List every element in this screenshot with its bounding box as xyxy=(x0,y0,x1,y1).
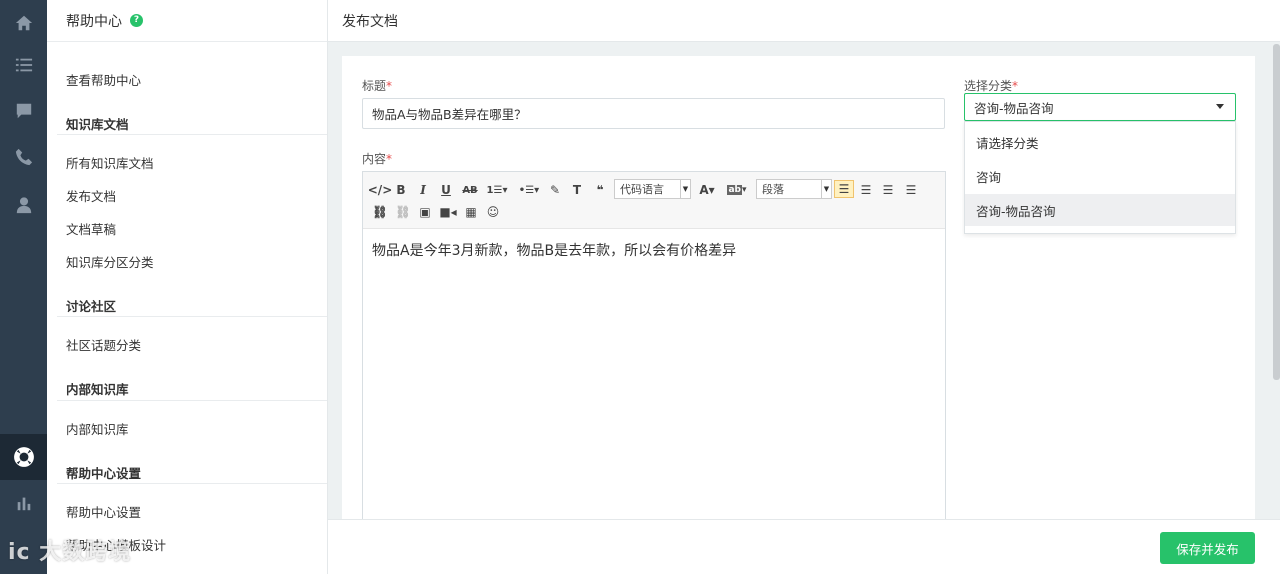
align-right-icon[interactable]: ☰ xyxy=(880,181,896,199)
rail-chat[interactable] xyxy=(0,88,47,134)
image-icon[interactable]: ▣ xyxy=(416,203,434,221)
category-selected-value: 咨询-物品咨询 xyxy=(974,100,1054,116)
chat-icon xyxy=(16,103,31,119)
footer-bar xyxy=(328,519,1280,574)
help-icon[interactable]: ? xyxy=(130,14,143,27)
align-justify-icon[interactable]: ☰ xyxy=(903,181,919,199)
rich-text-editor[interactable]: </> B I U AB 1☰▾ •☰▾ ✎ T ❝ 代码语言 ▼ A▾ ab ▾ … xyxy=(362,171,946,531)
strikethrough-icon[interactable]: AB xyxy=(460,181,480,199)
home-icon xyxy=(15,15,32,31)
dropdown-option[interactable]: 咨询 xyxy=(965,160,1235,192)
unlink-icon[interactable]: ⛓ xyxy=(394,203,412,221)
section-title-knowledge-docs: 知识库文档 xyxy=(66,117,129,132)
emoji-icon[interactable]: ☺ xyxy=(484,203,502,221)
font-color-icon[interactable]: A▾ xyxy=(696,181,718,199)
bold-icon[interactable]: B xyxy=(394,181,408,199)
quote-icon[interactable]: ❝ xyxy=(592,181,608,199)
dropdown-option[interactable]: 请选择分类 xyxy=(965,126,1235,158)
title-label: 标题* xyxy=(362,79,393,93)
divider xyxy=(57,400,327,401)
unordered-list-icon[interactable]: •☰▾ xyxy=(516,181,542,199)
page-header: 发布文档 xyxy=(328,0,1280,42)
category-dropdown: 请选择分类 咨询 咨询-物品咨询 xyxy=(964,121,1236,234)
italic-icon[interactable]: I xyxy=(416,181,430,199)
editor-toolbar: </> B I U AB 1☰▾ •☰▾ ✎ T ❝ 代码语言 ▼ A▾ ab ▾ … xyxy=(363,172,945,229)
sidebar-item-drafts[interactable]: 文档草稿 xyxy=(66,219,116,238)
divider xyxy=(57,134,327,135)
link-icon[interactable]: ⛓ xyxy=(371,203,389,221)
paragraph-select[interactable]: 段落 ▼ xyxy=(756,179,832,199)
title-input[interactable]: 物品A与物品B差异在哪里？ xyxy=(362,98,945,129)
sidebar-item-categories[interactable]: 知识库分区分类 xyxy=(66,252,154,271)
sidebar-item-all-docs[interactable]: 所有知识库文档 xyxy=(66,153,154,172)
page-title: 发布文档 xyxy=(342,13,398,30)
section-title-community: 讨论社区 xyxy=(66,299,117,314)
phone-icon xyxy=(15,148,32,166)
bar-chart-icon xyxy=(17,497,30,511)
sidebar-item-settings[interactable]: 帮助中心设置 xyxy=(66,502,141,521)
dropdown-option[interactable]: 咨询-物品咨询 xyxy=(965,194,1235,226)
video-icon[interactable]: ■◂ xyxy=(439,203,457,221)
sidebar-item-topic-categories[interactable]: 社区话题分类 xyxy=(66,335,141,354)
table-icon[interactable]: ▦ xyxy=(462,203,480,221)
format-brush-icon[interactable]: ✎ xyxy=(548,181,562,199)
list-icon xyxy=(15,58,32,72)
category-label: 选择分类* xyxy=(964,79,1019,93)
rail-list[interactable] xyxy=(0,42,47,88)
rail-user[interactable] xyxy=(0,182,47,228)
divider xyxy=(57,483,327,484)
clear-format-icon[interactable]: T xyxy=(570,181,584,199)
help-center-sidebar: 帮助中心 ? 查看帮助中心 知识库文档 所有知识库文档 发布文档 文档草稿 知识… xyxy=(47,0,328,574)
content-label: 内容* xyxy=(362,152,393,166)
ordered-list-icon[interactable]: 1☰▾ xyxy=(484,181,510,199)
chevron-down-icon xyxy=(1216,104,1224,109)
scrollbar[interactable] xyxy=(1273,44,1280,380)
watermark-logo: ic 大数跨境 xyxy=(8,540,132,565)
rail-phone[interactable] xyxy=(0,134,47,180)
sidebar-item-view-help[interactable]: 查看帮助中心 xyxy=(66,70,141,89)
underline-icon[interactable]: U xyxy=(439,181,453,199)
editor-content[interactable]: 物品A是今年3月新款，物品B是去年款，所以会有价格差异 xyxy=(372,240,736,260)
title-input-value: 物品A与物品B差异在哪里？ xyxy=(372,107,527,122)
code-icon[interactable]: </> xyxy=(368,181,393,199)
sidebar-header: 帮助中心 ? xyxy=(47,0,327,42)
section-title-internal-kb: 内部知识库 xyxy=(66,382,129,397)
rail-home[interactable] xyxy=(0,0,47,46)
code-language-select[interactable]: 代码语言 ▼ xyxy=(614,179,691,199)
user-icon xyxy=(16,197,31,214)
sidebar-item-publish-doc[interactable]: 发布文档 xyxy=(66,186,116,205)
rail-help-center[interactable] xyxy=(0,434,47,480)
sidebar-item-internal-kb[interactable]: 内部知识库 xyxy=(66,419,129,438)
align-center-icon[interactable]: ☰ xyxy=(858,181,874,199)
category-select[interactable]: 咨询-物品咨询 xyxy=(964,93,1236,121)
divider xyxy=(57,316,327,317)
background-color-icon[interactable]: ab ▾ xyxy=(725,181,749,199)
lifebuoy-icon xyxy=(13,447,34,467)
rail-stats[interactable] xyxy=(0,480,47,526)
save-publish-button[interactable]: 保存并发布 xyxy=(1160,532,1255,564)
icon-rail xyxy=(0,0,47,574)
sidebar-title: 帮助中心 xyxy=(66,13,122,30)
align-left-icon[interactable]: ☰ xyxy=(834,180,854,198)
section-title-settings: 帮助中心设置 xyxy=(66,466,142,481)
